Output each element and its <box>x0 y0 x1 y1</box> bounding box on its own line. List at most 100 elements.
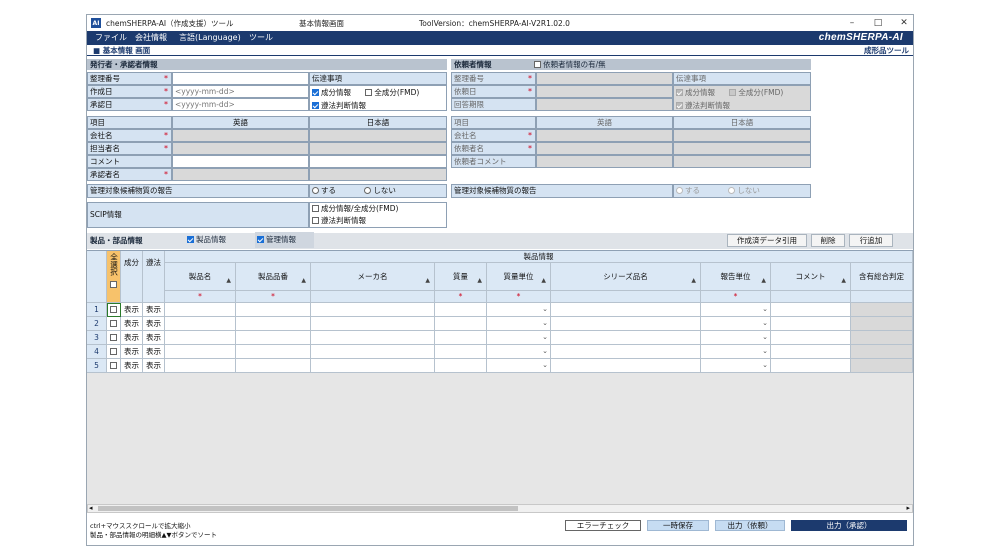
compliance-show-link[interactable]: 表示 <box>143 317 165 331</box>
comment-ja-input[interactable] <box>309 155 447 168</box>
scip-fmd-checkbox[interactable]: 成分情報/全成分(FMD) <box>312 203 446 215</box>
grid-cell[interactable] <box>771 317 851 331</box>
grid-cell[interactable] <box>771 331 851 345</box>
temp-save-button[interactable]: 一時保存 <box>647 520 709 531</box>
menu-file[interactable]: ファイル <box>95 32 127 44</box>
menu-language[interactable]: 言語(Language) <box>179 32 241 44</box>
manage-info-toggle[interactable]: 管理情報 <box>255 232 314 248</box>
error-check-button[interactable]: エラーチェック <box>565 520 641 531</box>
grid-cell[interactable] <box>771 359 851 373</box>
close-icon[interactable]: ✕ <box>897 17 911 29</box>
compliance-show-link[interactable]: 表示 <box>143 303 165 317</box>
product-info-toggle[interactable]: 製品情報 <box>187 232 226 248</box>
chevron-down-icon[interactable]: ⌄ <box>762 303 768 316</box>
component-show-link[interactable]: 表示 <box>121 359 143 373</box>
scroll-right-icon[interactable]: ▸ <box>906 504 910 512</box>
component-show-link[interactable]: 表示 <box>121 331 143 345</box>
grid-cell[interactable]: ⌄ <box>487 359 551 373</box>
maximize-icon[interactable]: □ <box>871 17 885 29</box>
grid-cell[interactable] <box>311 359 435 373</box>
row-select-checkbox[interactable] <box>107 359 121 373</box>
grid-cell[interactable] <box>236 317 311 331</box>
grid-cell[interactable] <box>551 359 701 373</box>
grid-cell[interactable] <box>165 331 236 345</box>
col-mass[interactable]: 質量 ▲ <box>435 263 487 291</box>
grid-cell[interactable] <box>435 345 487 359</box>
notice-compliance-checkbox[interactable]: 遵法判断情報 <box>312 99 446 110</box>
compliance-show-link[interactable]: 表示 <box>143 345 165 359</box>
row-select-checkbox[interactable] <box>107 331 121 345</box>
add-row-button[interactable]: 行追加 <box>849 234 893 247</box>
horizontal-scrollbar[interactable]: ◂ ▸ <box>87 504 913 513</box>
grid-cell[interactable] <box>771 345 851 359</box>
grid-cell[interactable] <box>551 331 701 345</box>
menu-company[interactable]: 会社情報 <box>135 32 167 44</box>
delete-button[interactable]: 削除 <box>811 234 845 247</box>
scrollbar-thumb[interactable] <box>98 506 518 511</box>
grid-cell[interactable] <box>551 317 701 331</box>
row-select-checkbox[interactable] <box>107 303 121 317</box>
issuer-id-input[interactable] <box>172 72 309 85</box>
requester-toggle-checkbox[interactable]: 依頼者情報の有/無 <box>534 60 606 69</box>
grid-cell[interactable]: ⌄ <box>487 345 551 359</box>
copy-data-button[interactable]: 作成済データ引用 <box>727 234 807 247</box>
grid-cell[interactable] <box>236 303 311 317</box>
col-maker-name[interactable]: メーカ名 ▲ <box>311 263 435 291</box>
grid-cell[interactable] <box>236 359 311 373</box>
grid-cell[interactable] <box>165 359 236 373</box>
comment-en-input[interactable] <box>172 155 309 168</box>
chevron-down-icon[interactable]: ⌄ <box>542 317 548 330</box>
col-product-name[interactable]: 製品名 ▲ <box>165 263 236 291</box>
grid-cell[interactable] <box>311 317 435 331</box>
grid-cell[interactable] <box>311 345 435 359</box>
chevron-down-icon[interactable]: ⌄ <box>762 359 768 372</box>
approved-date-input[interactable]: <yyyy-mm-dd> <box>172 98 309 111</box>
chevron-down-icon[interactable]: ⌄ <box>762 331 768 344</box>
output-request-button[interactable]: 出力（依頼） <box>715 520 785 531</box>
minimize-icon[interactable]: – <box>845 17 859 29</box>
col-mass-unit[interactable]: 質量単位 ▲ <box>487 263 551 291</box>
col-report-unit[interactable]: 報告単位 ▲ <box>701 263 771 291</box>
select-all-checkbox[interactable] <box>107 280 120 290</box>
grid-cell[interactable] <box>236 345 311 359</box>
compliance-show-link[interactable]: 表示 <box>143 359 165 373</box>
grid-cell[interactable] <box>435 317 487 331</box>
grid-cell[interactable]: ⌄ <box>701 303 771 317</box>
chevron-down-icon[interactable]: ⌄ <box>542 359 548 372</box>
grid-cell[interactable] <box>165 317 236 331</box>
grid-cell[interactable]: ⌄ <box>701 331 771 345</box>
scip-compliance-checkbox[interactable]: 遵法判断情報 <box>312 215 446 227</box>
col-comment[interactable]: コメント ▲ <box>771 263 851 291</box>
output-approve-button[interactable]: 出力（承認） <box>791 520 907 531</box>
grid-cell[interactable] <box>435 303 487 317</box>
col-series-name[interactable]: シリーズ品名 ▲ <box>551 263 701 291</box>
chevron-down-icon[interactable]: ⌄ <box>542 345 548 358</box>
component-show-link[interactable]: 表示 <box>121 345 143 359</box>
row-select-checkbox[interactable] <box>107 317 121 331</box>
grid-cell[interactable] <box>771 303 851 317</box>
grid-cell[interactable] <box>435 359 487 373</box>
report-no-radio[interactable]: しない <box>364 186 396 195</box>
grid-cell[interactable] <box>236 331 311 345</box>
row-select-checkbox[interactable] <box>107 345 121 359</box>
grid-cell[interactable] <box>551 345 701 359</box>
chevron-down-icon[interactable]: ⌄ <box>762 317 768 330</box>
grid-cell[interactable] <box>165 303 236 317</box>
chevron-down-icon[interactable]: ⌄ <box>542 303 548 316</box>
grid-cell[interactable] <box>551 303 701 317</box>
notice-fmd-checkbox[interactable]: 全成分(FMD) <box>365 88 419 97</box>
component-show-link[interactable]: 表示 <box>121 303 143 317</box>
created-date-input[interactable]: <yyyy-mm-dd> <box>172 85 309 98</box>
grid-cell[interactable] <box>311 331 435 345</box>
grid-cell[interactable]: ⌄ <box>487 317 551 331</box>
component-show-link[interactable]: 表示 <box>121 317 143 331</box>
chevron-down-icon[interactable]: ⌄ <box>762 345 768 358</box>
col-product-number[interactable]: 製品品番 ▲ <box>236 263 311 291</box>
grid-cell[interactable]: ⌄ <box>487 331 551 345</box>
scroll-left-icon[interactable]: ◂ <box>89 504 93 512</box>
compliance-show-link[interactable]: 表示 <box>143 331 165 345</box>
col-overall-judgement[interactable]: 含有総合判定 <box>851 263 913 291</box>
chevron-down-icon[interactable]: ⌄ <box>542 331 548 344</box>
grid-cell[interactable]: ⌄ <box>701 317 771 331</box>
grid-cell[interactable] <box>165 345 236 359</box>
